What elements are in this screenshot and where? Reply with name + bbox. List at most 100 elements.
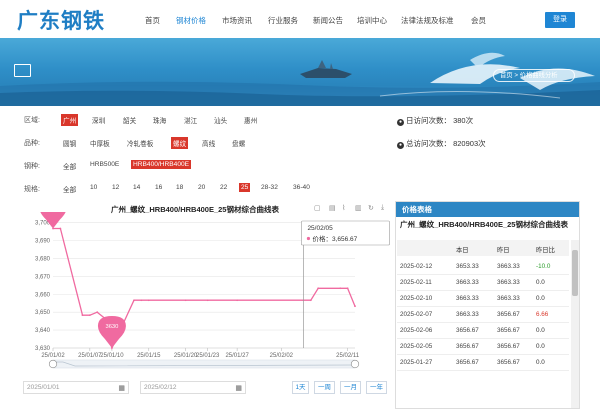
data-point (148, 299, 150, 301)
row-divider (397, 274, 569, 275)
nav-home[interactable]: 首页 (145, 15, 160, 26)
min-marker (98, 316, 126, 348)
region-option-zhanjiang[interactable]: 湛江 (182, 114, 199, 126)
y-tick-label: 3,630 (35, 346, 51, 352)
data-point (347, 287, 349, 289)
newspaper-icon (14, 64, 31, 77)
grade-label: 钢种: (24, 161, 40, 171)
cell-yesterday: 3663.33 (497, 279, 520, 286)
region-option-shantou[interactable]: 汕头 (212, 114, 229, 126)
cell-change: 0.0 (536, 359, 545, 366)
row-divider (397, 354, 569, 355)
range-1-week-button[interactable]: 一周 (314, 381, 335, 394)
nav-training[interactable]: 培训中心 (357, 15, 387, 26)
table-icon[interactable]: ▤ (329, 204, 336, 212)
bar-icon[interactable]: ▥ (355, 204, 362, 212)
site-header: 广东钢铁 首页 钢材价格 市场资讯 行业服务 新闻公告 培训中心 法律法规及标准… (0, 0, 600, 38)
row-divider (397, 338, 569, 339)
breadcrumb[interactable]: 首页 > 价格曲线分析 (493, 69, 575, 82)
clock-icon: ● (397, 119, 404, 126)
data-point (354, 305, 356, 307)
nav-market-news[interactable]: 市场资讯 (222, 15, 252, 26)
variety-option-coil-rebar[interactable]: 盘螺 (230, 137, 247, 149)
variety-option-cold-rolled[interactable]: 冷轧卷板 (125, 137, 155, 149)
site-logo[interactable]: 广东钢铁 (17, 5, 105, 35)
spec-option-22[interactable]: 22 (218, 183, 229, 192)
data-point (82, 314, 84, 316)
cell-today: 3656.67 (456, 343, 479, 350)
min-marker-label: 3630 (105, 324, 118, 330)
range-1-year-button[interactable]: 一年 (366, 381, 387, 394)
variety-option-plate[interactable]: 中厚板 (88, 137, 112, 149)
x-tick-label: 25/01/07 (78, 353, 102, 359)
range-handle-right[interactable] (351, 360, 359, 368)
range-handle-left[interactable] (49, 360, 57, 368)
login-button[interactable]: 登录 (545, 12, 575, 28)
nav-steel-prices[interactable]: 钢材价格 (176, 15, 206, 26)
variety-option-round-bar[interactable]: 圆钢 (61, 137, 78, 149)
price-table-header: 价格表格 (396, 202, 579, 217)
spec-option-18[interactable]: 18 (174, 183, 185, 192)
y-tick-label: 3,640 (35, 328, 51, 334)
tooltip-value: 价格：3,656.67 (312, 234, 357, 243)
price-line-chart: 3,6303,6403,6503,6603,6703,6803,6903,700… (0, 212, 395, 380)
data-point (59, 228, 61, 230)
cell-yesterday: 3663.33 (497, 295, 520, 302)
range-1-month-button[interactable]: 一月 (340, 381, 361, 394)
range-1-day-button[interactable]: 1天 (292, 381, 309, 394)
spec-option-25[interactable]: 25 (239, 183, 250, 192)
spec-option-14[interactable]: 14 (131, 183, 142, 192)
start-date-input[interactable]: 2025/01/01 ▦ (23, 381, 129, 394)
cell-change: 0.0 (536, 343, 545, 350)
region-option-guangzhou[interactable]: 广州 (61, 114, 78, 126)
spec-option-10[interactable]: 10 (88, 183, 99, 192)
nav-industry-service[interactable]: 行业服务 (268, 15, 298, 26)
row-divider (397, 290, 569, 291)
spec-option-20[interactable]: 20 (196, 183, 207, 192)
download-icon[interactable]: ⤓ (381, 204, 384, 212)
end-date-input[interactable]: 2025/02/12 ▦ (140, 381, 246, 394)
spec-option-28-32[interactable]: 28-32 (259, 183, 280, 192)
total-visits: ●总访问次数： 820903次 (397, 138, 486, 149)
cell-today: 3663.33 (456, 295, 479, 302)
spec-option-12[interactable]: 12 (110, 183, 121, 192)
cell-date: 2025-01-27 (400, 359, 432, 366)
row-divider (397, 370, 569, 371)
variety-label: 品种: (24, 138, 40, 148)
region-option-shaoguan[interactable]: 韶关 (121, 114, 138, 126)
col-today: 本日 (456, 245, 469, 254)
grade-option-hrb400[interactable]: HRB400/HRB400E (131, 160, 191, 169)
calendar-icon[interactable]: ▦ (235, 383, 242, 394)
start-date-value: 2025/01/01 (27, 384, 60, 391)
spec-option-16[interactable]: 16 (153, 183, 164, 192)
cell-yesterday: 3656.67 (497, 359, 520, 366)
variety-option-rebar[interactable]: 螺纹 (171, 137, 188, 149)
calendar-icon[interactable]: ▦ (118, 383, 125, 394)
variety-option-wire-rod[interactable]: 高线 (200, 137, 217, 149)
tooltip-date: 25/02/05 (307, 225, 333, 232)
col-yesterday: 昨日 (497, 245, 510, 254)
cell-date: 2025-02-10 (400, 295, 432, 302)
row-divider (397, 322, 569, 323)
nav-laws-standards[interactable]: 法律法规及标准 (401, 15, 454, 26)
grade-option-all[interactable]: 全部 (61, 160, 78, 172)
file-icon[interactable]: ▢ (314, 204, 321, 212)
nav-announcements[interactable]: 新闻公告 (313, 15, 343, 26)
x-tick-label: 25/02/11 (336, 353, 360, 359)
cell-yesterday: 3656.67 (497, 343, 520, 350)
region-option-shenzhen[interactable]: 深圳 (90, 114, 107, 126)
nav-members[interactable]: 会员 (471, 15, 486, 26)
grade-option-hrb500e[interactable]: HRB500E (88, 160, 121, 169)
spec-option-36-40[interactable]: 36-40 (291, 183, 312, 192)
region-option-huizhou[interactable]: 惠州 (242, 114, 259, 126)
table-scrollbar-thumb[interactable] (572, 250, 578, 296)
spec-option-all[interactable]: 全部 (61, 183, 78, 195)
cell-change: 6.66 (536, 311, 548, 318)
region-option-zhuhai[interactable]: 珠海 (151, 114, 168, 126)
x-tick-label: 25/01/10 (100, 353, 124, 359)
cell-today: 3663.33 (456, 279, 479, 286)
line-icon[interactable]: ⌇ (342, 204, 345, 212)
cell-date: 2025-02-11 (400, 279, 432, 286)
price-table-title: 广州_螺纹_HRB400/HRB400E_25钢材综合曲线表 (400, 220, 568, 230)
refresh-icon[interactable]: ↻ (368, 204, 374, 212)
